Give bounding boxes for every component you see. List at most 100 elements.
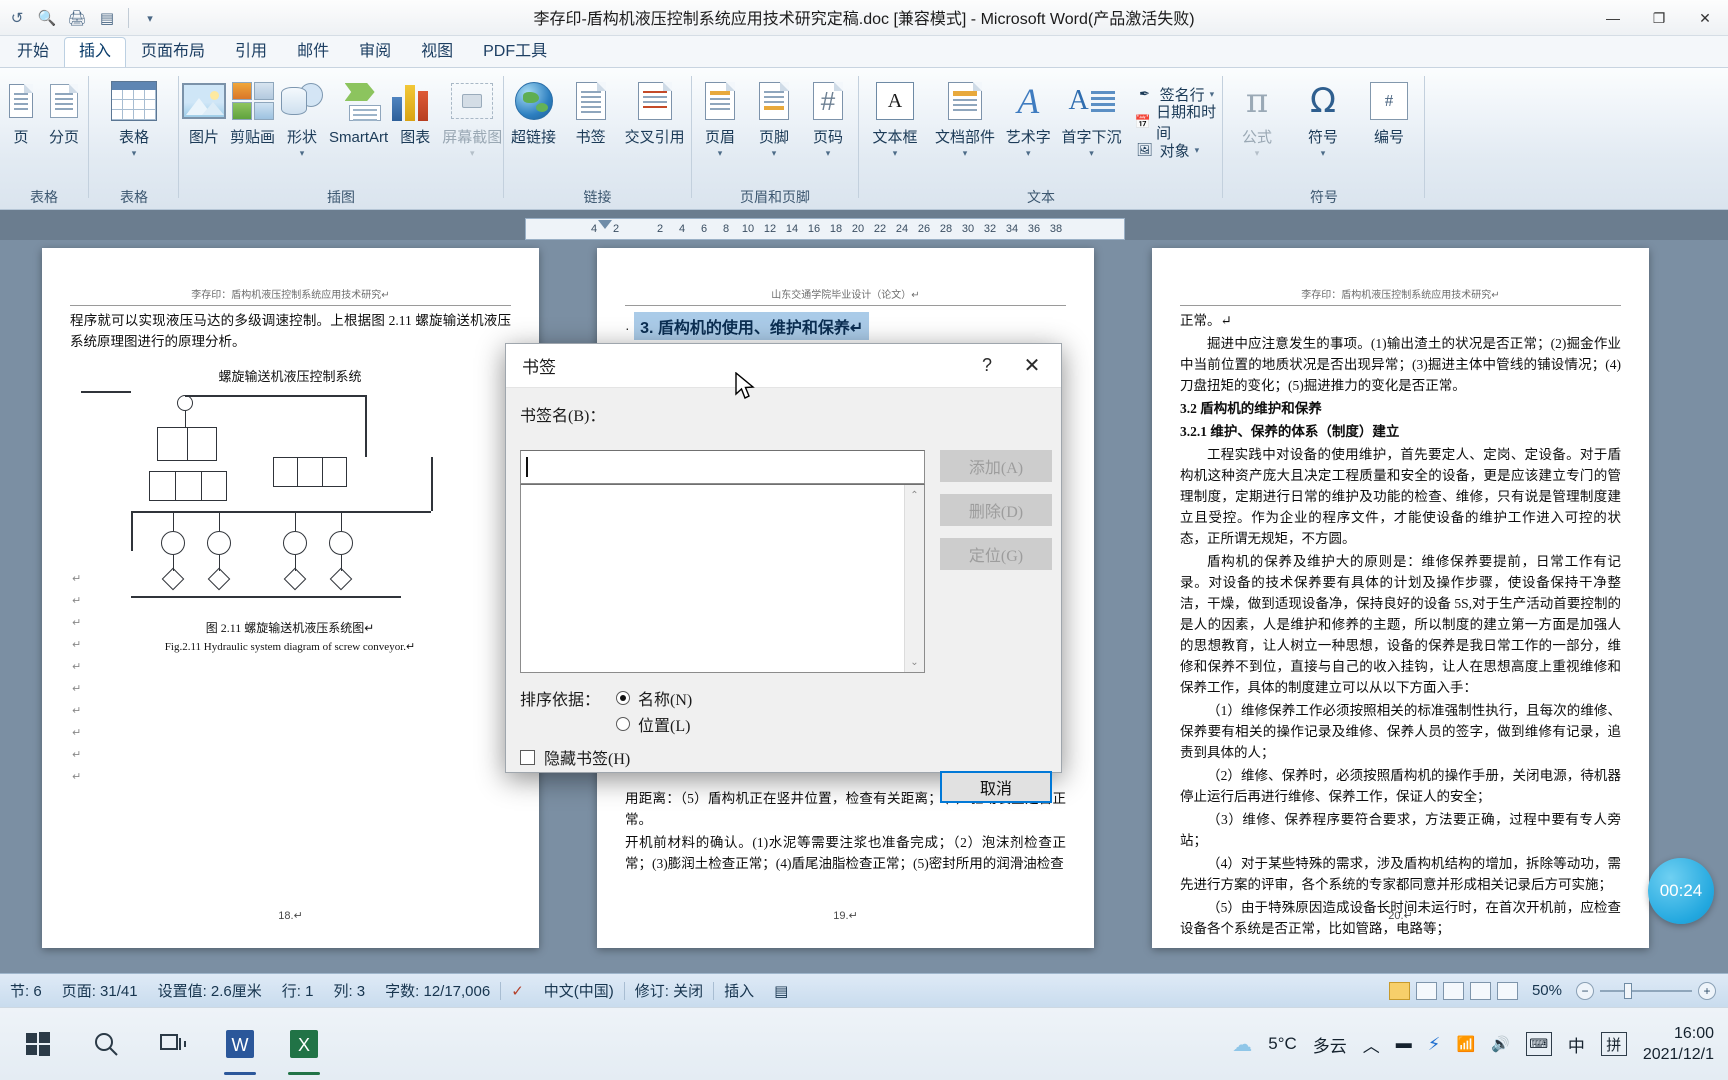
status-word-count[interactable]: 字数: 12/17,006	[375, 980, 500, 1001]
status-page[interactable]: 页面: 31/41	[52, 980, 148, 1001]
zoom-knob[interactable]	[1624, 982, 1632, 999]
zoom-out-button[interactable]: −	[1576, 981, 1594, 1000]
tray-expand-icon[interactable]: ︿	[1363, 1032, 1380, 1057]
view-draft-icon[interactable]	[1496, 981, 1518, 1000]
ribbon-button-screenshot[interactable]: 屏幕截图 ▾	[440, 74, 504, 159]
tab-mailings[interactable]: 邮件	[282, 37, 344, 67]
screenshot-dropdown-arrow[interactable]: ▾	[470, 148, 475, 159]
window-controls[interactable]: — ❐ ✕	[1590, 0, 1728, 36]
view-outline-icon[interactable]	[1469, 981, 1491, 1000]
ribbon-button-hyperlink[interactable]: 超链接	[505, 74, 562, 146]
bookmark-list-scrollbar[interactable]: ⌃ ⌄	[904, 485, 924, 672]
ribbon-button-equation[interactable]: π 公式 ▾	[1224, 74, 1290, 159]
wordart-dropdown-arrow[interactable]: ▾	[1026, 148, 1031, 159]
object-dropdown-arrow[interactable]: ▾	[1195, 145, 1200, 156]
ribbon-button-numbering[interactable]: # 编号	[1356, 74, 1422, 146]
tab-references[interactable]: 引用	[220, 37, 282, 67]
ribbon-button-cross-reference[interactable]: 交叉引用	[619, 74, 690, 146]
tab-page-layout[interactable]: 页面布局	[126, 37, 220, 67]
restore-button[interactable]: ❐	[1636, 0, 1682, 36]
hidden-bookmarks-checkbox[interactable]	[520, 749, 535, 765]
macro-icon[interactable]: ▤	[764, 982, 798, 1000]
ribbon-button-bookmark[interactable]: 书签	[562, 74, 619, 146]
ribbon-button-cover-page[interactable]: 页	[0, 74, 42, 146]
scroll-down-icon[interactable]: ⌄	[905, 652, 924, 672]
search-button[interactable]	[74, 1011, 138, 1077]
selected-heading[interactable]: 3. 盾构机的使用、维护和保养↵	[634, 312, 870, 340]
horizontal-ruler[interactable]: 4 2 2 4 6 8 10 12 14 16 18 20 22 24 26 2…	[525, 218, 1125, 240]
view-print-layout-icon[interactable]	[1388, 981, 1410, 1000]
bookmark-name-input[interactable]	[520, 450, 925, 484]
minimize-button[interactable]: —	[1590, 0, 1636, 36]
status-insert-mode[interactable]: 插入	[714, 980, 764, 1001]
table-dropdown-arrow[interactable]: ▾	[132, 148, 137, 159]
radio-name-icon[interactable]	[616, 691, 631, 705]
zoom-slider[interactable]: − +	[1576, 981, 1716, 1000]
tab-start[interactable]: 开始	[2, 37, 64, 67]
bookmark-list[interactable]: ⌃ ⌄	[520, 484, 925, 673]
goto-button[interactable]: 定位(G)	[940, 538, 1052, 570]
security-shield-icon[interactable]: ⚡	[1428, 1034, 1441, 1055]
weather-temperature[interactable]: 5°C	[1268, 1034, 1297, 1054]
zoom-in-button[interactable]: +	[1698, 981, 1716, 1000]
zoom-track[interactable]	[1600, 982, 1692, 999]
ribbon-button-quick-parts[interactable]: 文档部件 ▾	[930, 74, 1000, 159]
status-right-group[interactable]: 50% − +	[1388, 981, 1728, 1000]
tab-pdf-tools[interactable]: PDF工具	[468, 37, 562, 67]
weather-description[interactable]: 多云	[1313, 1032, 1347, 1057]
status-track-changes[interactable]: 修订: 关闭	[625, 980, 713, 1001]
ribbon-button-page-break[interactable]: 分页	[42, 74, 86, 146]
zoom-level[interactable]: 50%	[1524, 982, 1570, 999]
ribbon-button-text-box[interactable]: A 文本框 ▾	[860, 74, 930, 159]
status-bar[interactable]: 节: 6 页面: 31/41 设置值: 2.6厘米 行: 1 列: 3 字数: …	[0, 973, 1728, 1007]
status-column[interactable]: 列: 3	[323, 980, 375, 1001]
signature-dropdown-arrow[interactable]: ▾	[1210, 89, 1215, 100]
proofing-icon[interactable]: ✓	[501, 982, 534, 1000]
document-page-left[interactable]: 李存印：盾构机液压控制系统应用技术研究↵ 程序就可以实现液压马达的多级调速控制。…	[42, 248, 539, 948]
view-fullscreen-icon[interactable]	[1415, 981, 1437, 1000]
status-language[interactable]: 中文(中国)	[534, 980, 624, 1001]
shapes-dropdown-arrow[interactable]: ▾	[300, 148, 305, 159]
radio-location-icon[interactable]	[616, 717, 631, 731]
taskbar-left-group[interactable]: W X	[0, 1011, 334, 1077]
ribbon-button-object[interactable]: 🖼 对象 ▾	[1131, 136, 1222, 164]
status-setting-value[interactable]: 设置值: 2.6厘米	[148, 980, 272, 1001]
ribbon-button-date-time[interactable]: 📅 日期和时间	[1131, 104, 1222, 142]
task-view-button[interactable]	[142, 1011, 206, 1077]
document-page-right[interactable]: 李存印：盾构机液压控制系统应用技术研究↵ 正常。↵ 掘进中应注意发生的事项。(1…	[1152, 248, 1649, 948]
status-section[interactable]: 节: 6	[0, 980, 52, 1001]
ribbon-button-picture[interactable]: 图片	[180, 74, 228, 146]
battery-icon[interactable]: ▬	[1396, 1035, 1412, 1053]
ribbon-button-drop-cap[interactable]: A 首字下沉 ▾	[1057, 74, 1127, 159]
clock[interactable]: 16:00 2021/12/1	[1643, 1023, 1714, 1065]
ribbon-button-chart[interactable]: 图表	[390, 74, 440, 146]
start-button[interactable]	[6, 1011, 70, 1077]
symbol-dropdown-arrow[interactable]: ▾	[1321, 148, 1326, 159]
scroll-up-icon[interactable]: ⌃	[905, 485, 924, 505]
ime-mode-icon[interactable]: 拼	[1600, 1032, 1627, 1056]
ribbon-button-page-number[interactable]: # 页码 ▾	[801, 74, 855, 159]
dialog-close-icon[interactable]: ✕	[1009, 345, 1055, 387]
view-web-layout-icon[interactable]	[1442, 981, 1464, 1000]
ribbon-tabs[interactable]: 开始 插入 页面布局 引用 邮件 审阅 视图 PDF工具	[0, 36, 1728, 68]
sort-option-name[interactable]: 名称(N)	[616, 685, 692, 711]
ribbon-button-wordart[interactable]: A 艺术字 ▾	[1000, 74, 1056, 159]
volume-icon[interactable]: 🔊	[1491, 1035, 1510, 1053]
tab-insert[interactable]: 插入	[64, 37, 127, 67]
quick-parts-dropdown-arrow[interactable]: ▾	[963, 148, 968, 159]
text-box-dropdown-arrow[interactable]: ▾	[893, 148, 898, 159]
hidden-bookmarks-row[interactable]: 隐藏书签(H)	[520, 745, 630, 769]
tab-view[interactable]: 视图	[406, 37, 468, 67]
tab-review[interactable]: 审阅	[344, 37, 406, 67]
taskbar[interactable]: W X ☁ 5°C 多云 ︿ ▬ ⚡ 📶 🔊 ⌨ 中 拼 16:00 2021/…	[0, 1007, 1728, 1080]
equation-dropdown-arrow[interactable]: ▾	[1255, 148, 1260, 159]
status-line[interactable]: 行: 1	[272, 980, 324, 1001]
delete-button[interactable]: 删除(D)	[940, 494, 1052, 526]
ime-language-icon[interactable]: 中	[1568, 1032, 1585, 1057]
network-icon[interactable]: 📶	[1456, 1035, 1475, 1053]
close-button[interactable]: ✕	[1682, 0, 1728, 36]
ribbon-button-table[interactable]: 表格 ▾	[101, 74, 167, 159]
help-icon[interactable]: ?	[965, 345, 1009, 387]
taskbar-app-word[interactable]: W	[210, 1011, 270, 1077]
ribbon-button-header[interactable]: 页眉 ▾	[693, 74, 747, 159]
